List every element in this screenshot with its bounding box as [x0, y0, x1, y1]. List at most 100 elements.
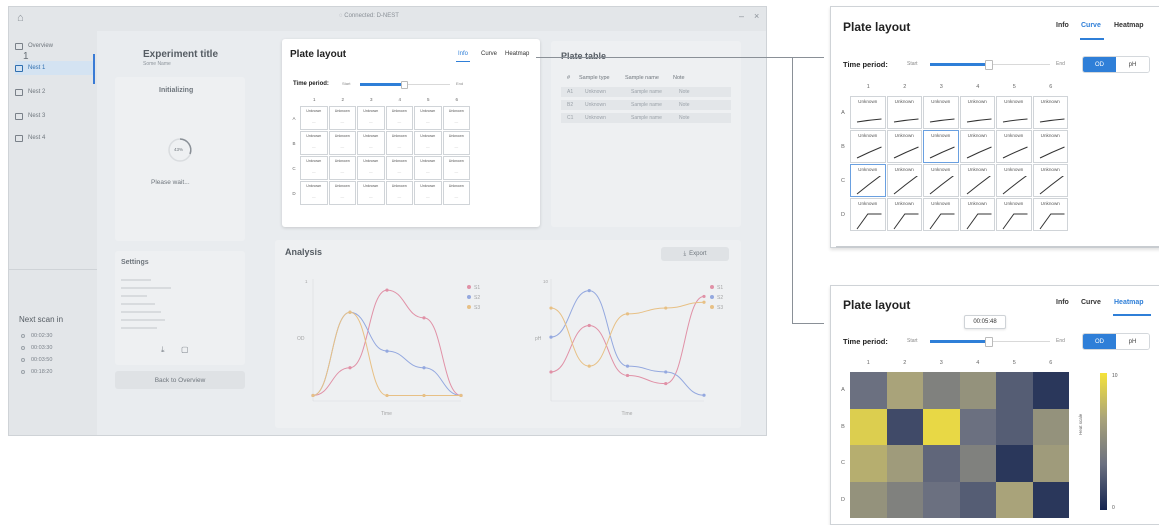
- plate-cell[interactable]: Unknown —: [414, 131, 442, 155]
- tab-info[interactable]: Info: [1056, 22, 1069, 29]
- home-icon[interactable]: ⌂: [17, 12, 29, 24]
- close-icon[interactable]: ×: [754, 11, 759, 21]
- heatmap-cell[interactable]: [886, 408, 923, 445]
- heatmap-cell[interactable]: [959, 408, 996, 445]
- tab-curve[interactable]: Curve: [481, 51, 497, 57]
- plate-cell[interactable]: Unknown: [850, 198, 886, 231]
- heatmap-cell[interactable]: [850, 372, 887, 409]
- tab-heatmap[interactable]: Heatmap: [1114, 22, 1144, 29]
- heatmap-cell[interactable]: [996, 481, 1033, 518]
- tab-heatmap[interactable]: Heatmap: [1114, 299, 1144, 306]
- plate-cell[interactable]: Unknown: [1032, 198, 1068, 231]
- plate-cell[interactable]: Unknown —: [328, 106, 356, 130]
- tab-curve[interactable]: Curve: [1081, 22, 1101, 29]
- plate-cell[interactable]: Unknown: [959, 96, 995, 129]
- plate-cell[interactable]: Unknown: [1032, 164, 1068, 197]
- edit-icon[interactable]: ▢: [181, 345, 189, 354]
- heatmap-cell[interactable]: [850, 445, 887, 482]
- plate-cell[interactable]: Unknown —: [385, 156, 413, 180]
- sidebar-item-nest-3[interactable]: Nest 3: [15, 109, 93, 123]
- plate-cell[interactable]: Unknown —: [442, 106, 470, 130]
- tab-heatmap[interactable]: Heatmap: [505, 51, 529, 57]
- plate-cell[interactable]: Unknown —: [328, 181, 356, 205]
- heatmap-cell[interactable]: [923, 445, 960, 482]
- heatmap-cell[interactable]: [850, 481, 887, 518]
- heatmap-cell[interactable]: [923, 372, 960, 409]
- plate-cell[interactable]: Unknown: [959, 130, 995, 163]
- tab-curve[interactable]: Curve: [1081, 299, 1101, 306]
- download-icon[interactable]: ⤓: [161, 345, 165, 355]
- plate-cell[interactable]: Unknown —: [442, 131, 470, 155]
- heatmap-cell[interactable]: [1032, 408, 1069, 445]
- toggle-ph[interactable]: pH: [1116, 334, 1149, 349]
- plate-cell[interactable]: Unknown —: [385, 131, 413, 155]
- plate-cell[interactable]: Unknown: [886, 130, 922, 163]
- plate-cell[interactable]: Unknown —: [385, 181, 413, 205]
- toggle-od[interactable]: OD: [1083, 334, 1116, 349]
- heatmap-cell[interactable]: [996, 445, 1033, 482]
- sidebar-item-nest-4[interactable]: Nest 4: [15, 131, 93, 145]
- plate-cell[interactable]: Unknown: [886, 96, 922, 129]
- slider-handle[interactable]: [400, 81, 408, 89]
- plate-cell[interactable]: Unknown —: [328, 131, 356, 155]
- table-row[interactable]: C1 Unknown Sample name Note: [561, 113, 731, 123]
- time-slider[interactable]: [360, 81, 450, 89]
- plate-cell[interactable]: Unknown: [996, 130, 1032, 163]
- plate-cell[interactable]: Unknown —: [300, 156, 328, 180]
- plate-cell[interactable]: Unknown —: [300, 106, 328, 130]
- plate-cell[interactable]: Unknown —: [385, 106, 413, 130]
- plate-cell[interactable]: Unknown: [996, 96, 1032, 129]
- table-row[interactable]: B2 Unknown Sample name Note: [561, 100, 731, 110]
- plate-cell[interactable]: Unknown: [923, 198, 959, 231]
- plate-cell[interactable]: Unknown —: [328, 156, 356, 180]
- sidebar-item-nest-2[interactable]: Nest 2: [15, 85, 93, 99]
- plate-cell[interactable]: Unknown: [996, 198, 1032, 231]
- toggle-ph[interactable]: pH: [1116, 57, 1149, 72]
- table-row[interactable]: A1 Unknown Sample name Note: [561, 87, 731, 97]
- plate-cell[interactable]: Unknown: [923, 96, 959, 129]
- plate-cell[interactable]: Unknown —: [414, 156, 442, 180]
- heatmap-cell[interactable]: [959, 372, 996, 409]
- heatmap-cell[interactable]: [959, 445, 996, 482]
- plate-cell[interactable]: Unknown: [886, 198, 922, 231]
- plate-cell[interactable]: Unknown: [886, 164, 922, 197]
- heatmap-cell[interactable]: [1032, 445, 1069, 482]
- plate-cell[interactable]: Unknown —: [442, 181, 470, 205]
- sidebar-item-nest-1[interactable]: Nest 1: [15, 61, 93, 75]
- plate-cell[interactable]: Unknown: [923, 164, 959, 197]
- plate-cell[interactable]: Unknown: [959, 198, 995, 231]
- heatmap-cell[interactable]: [923, 481, 960, 518]
- plate-cell[interactable]: Unknown —: [357, 156, 385, 180]
- tab-info[interactable]: Info: [1056, 299, 1069, 306]
- plate-cell[interactable]: Unknown —: [414, 106, 442, 130]
- heatmap-cell[interactable]: [886, 445, 923, 482]
- plate-cell[interactable]: Unknown: [1032, 130, 1068, 163]
- back-to-overview-button[interactable]: Back to Overview: [115, 371, 245, 389]
- plate-cell[interactable]: Unknown —: [300, 181, 328, 205]
- plate-cell[interactable]: Unknown —: [414, 181, 442, 205]
- plate-cell[interactable]: Unknown —: [300, 131, 328, 155]
- minimize-icon[interactable]: –: [739, 11, 744, 21]
- plate-cell[interactable]: Unknown: [850, 164, 886, 197]
- plate-cell[interactable]: Unknown: [923, 130, 959, 163]
- heatmap-cell[interactable]: [959, 481, 996, 518]
- heatmap-cell[interactable]: [996, 372, 1033, 409]
- toggle-od[interactable]: OD: [1083, 57, 1116, 72]
- plate-cell[interactable]: Unknown: [850, 96, 886, 129]
- heatmap-cell[interactable]: [886, 372, 923, 409]
- heatmap-cell[interactable]: [1032, 481, 1069, 518]
- tab-info[interactable]: Info: [458, 51, 468, 57]
- plate-cell[interactable]: Unknown: [850, 130, 886, 163]
- heatmap-cell[interactable]: [1032, 372, 1069, 409]
- heatmap-cell[interactable]: [923, 408, 960, 445]
- plate-cell[interactable]: Unknown: [1032, 96, 1068, 129]
- export-button[interactable]: ⤓ Export: [661, 247, 729, 261]
- slider-handle[interactable]: [984, 337, 993, 347]
- plate-cell[interactable]: Unknown: [959, 164, 995, 197]
- plate-cell[interactable]: Unknown —: [357, 181, 385, 205]
- heatmap-cell[interactable]: [886, 481, 923, 518]
- slider-handle[interactable]: [984, 60, 993, 70]
- plate-cell[interactable]: Unknown —: [357, 131, 385, 155]
- time-slider[interactable]: [930, 337, 1050, 347]
- heatmap-cell[interactable]: [996, 408, 1033, 445]
